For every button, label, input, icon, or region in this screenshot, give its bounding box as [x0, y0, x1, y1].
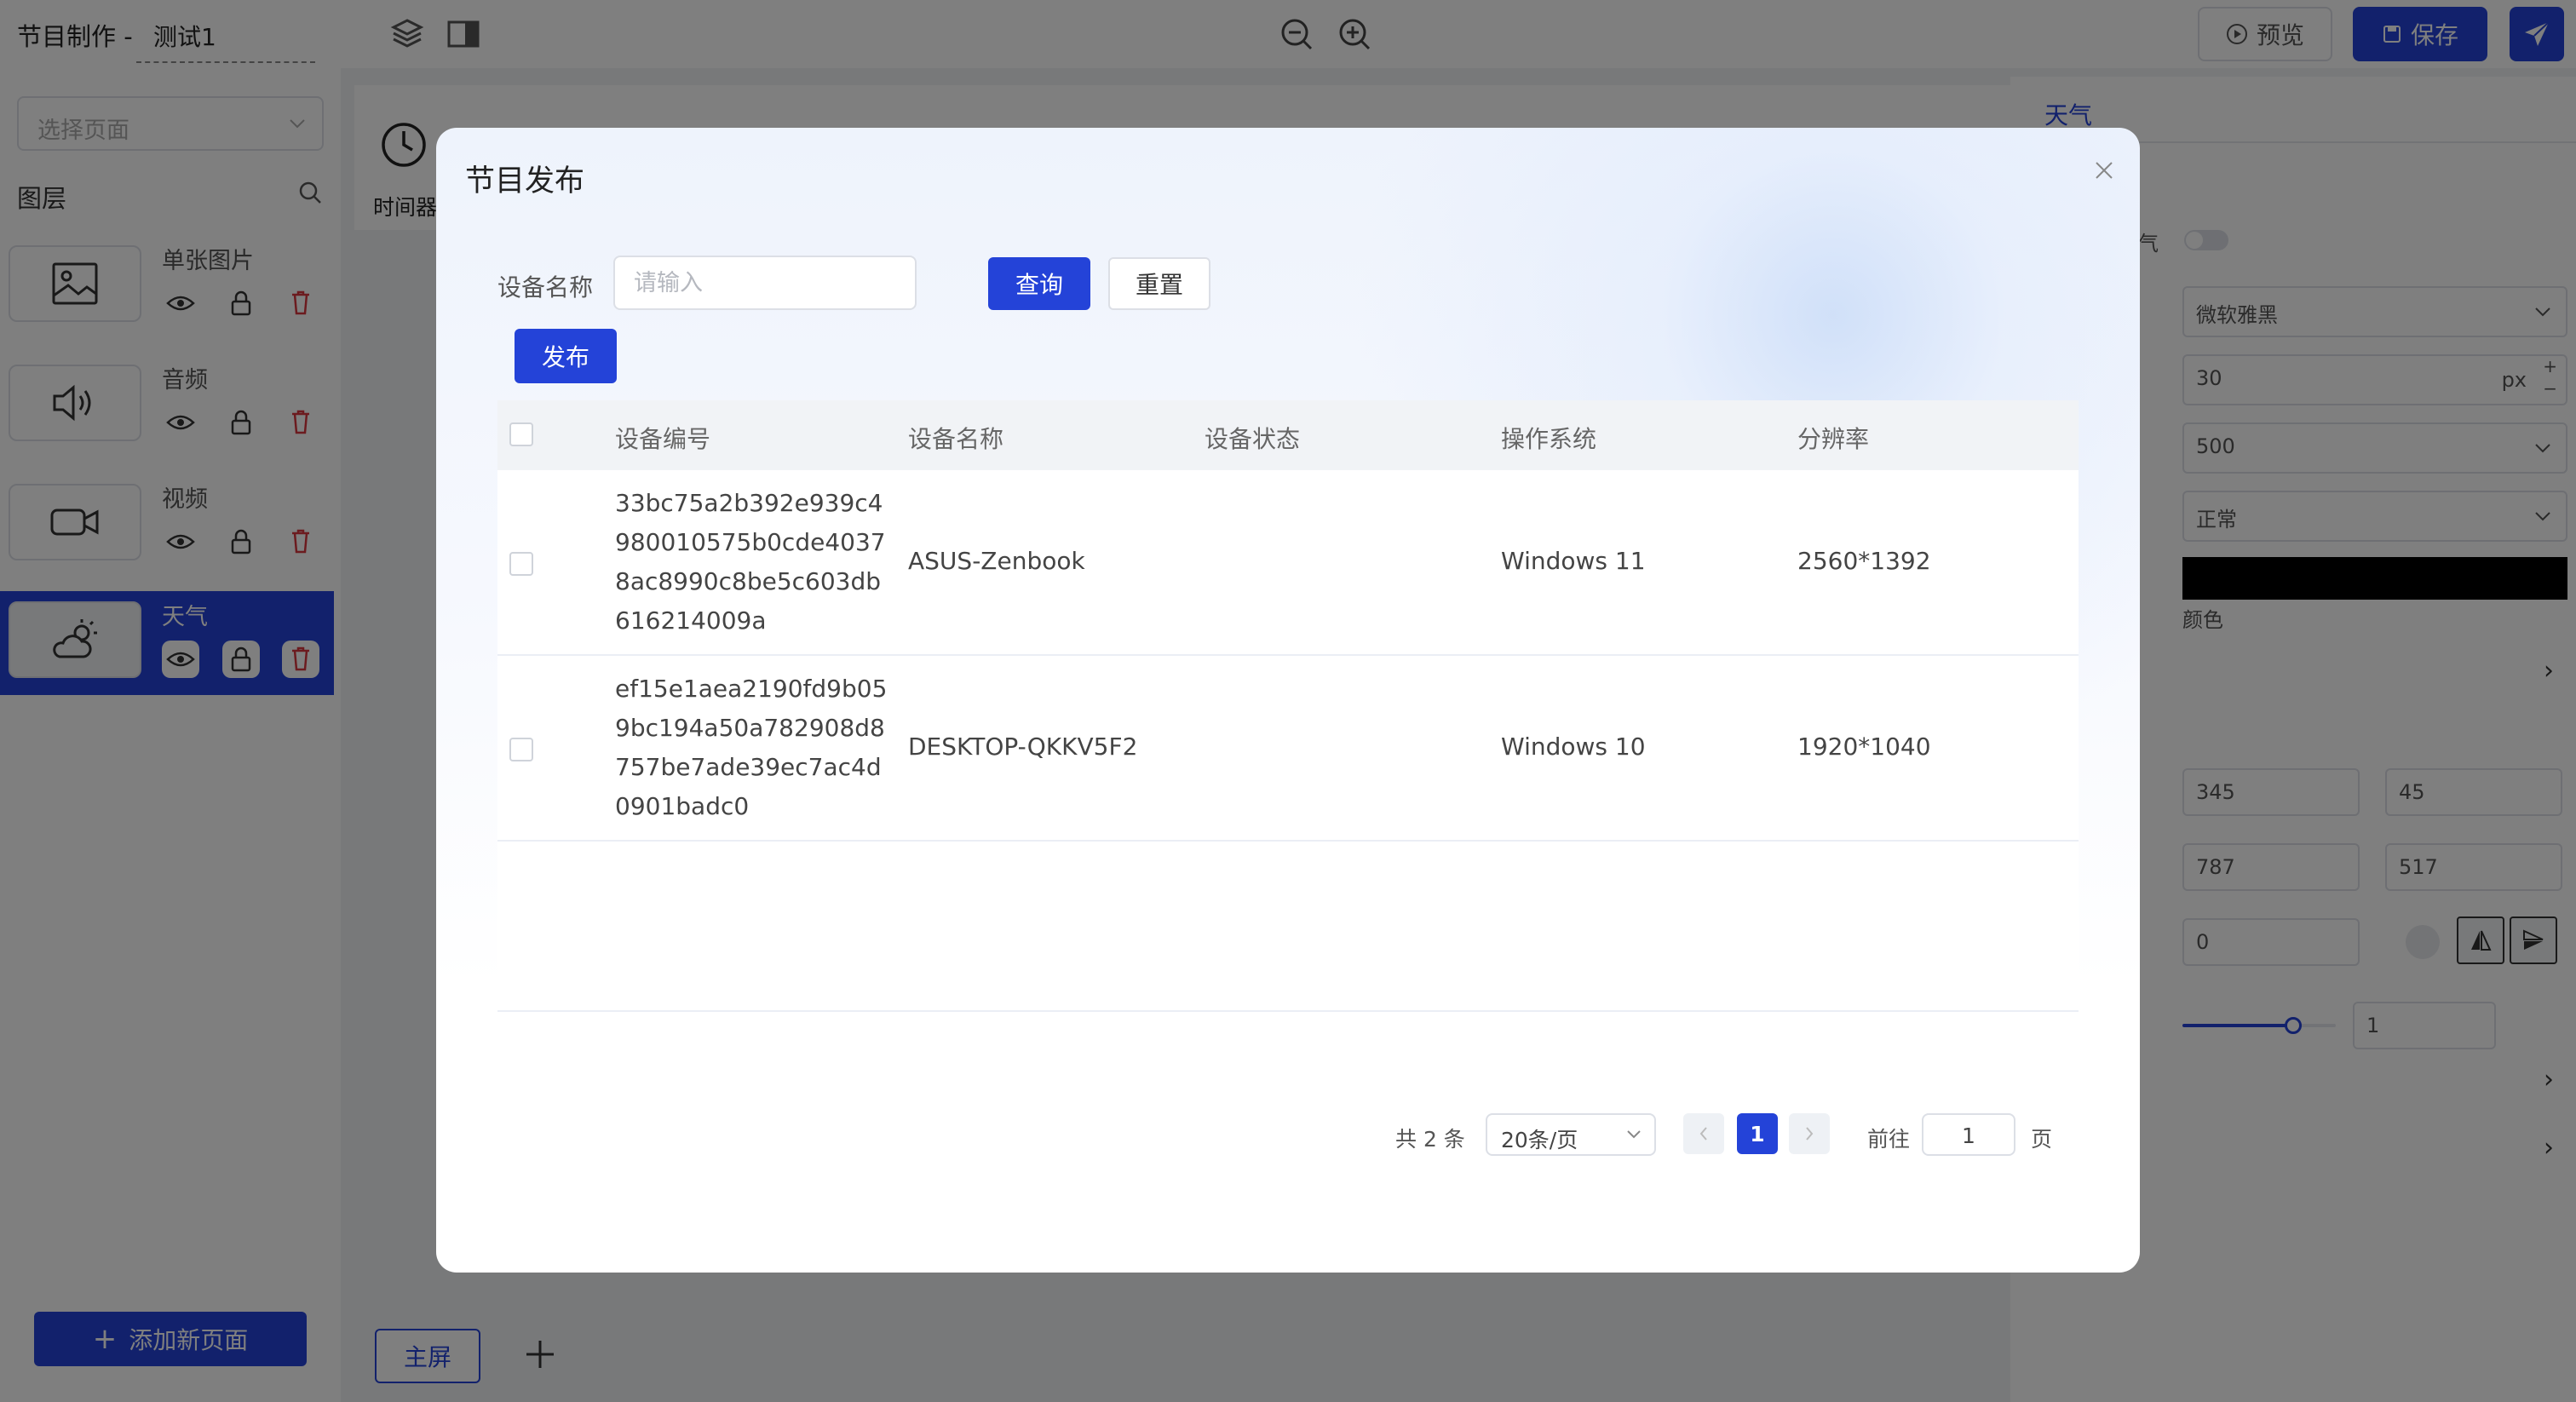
column-header[interactable]: 操作系统 — [1501, 421, 1596, 455]
goto-label: 前往 — [1867, 1127, 1911, 1152]
device-name-cell: DESKTOP-QKKV5F2 — [908, 733, 1138, 761]
select-all-checkbox[interactable] — [509, 422, 533, 446]
os-cell: Windows 11 — [1501, 547, 1646, 575]
publish-button[interactable]: 发布 — [515, 329, 617, 383]
table-header: 设备编号 设备名称 设备状态 操作系统 分辨率 — [497, 400, 2079, 470]
page-suffix-label: 页 — [2031, 1127, 2053, 1152]
device-id-cell: 33bc75a2b392e939c4980010575b0cde40378ac8… — [615, 489, 886, 635]
table-empty-area — [497, 842, 2079, 1012]
query-button[interactable]: 查询 — [988, 257, 1090, 310]
page-size-value: 20条/页 — [1501, 1128, 1578, 1152]
os-cell: Windows 10 — [1501, 733, 1646, 761]
pagination-total: 共 2 条 — [1395, 1127, 1465, 1152]
resolution-cell: 1920*1040 — [1797, 733, 1931, 761]
table-row[interactable]: ef15e1aea2190fd9b059bc194a50a782908d8757… — [497, 656, 2079, 842]
device-name-input[interactable] — [613, 256, 917, 310]
goto-page-input[interactable]: 1 — [1922, 1113, 2015, 1156]
close-icon[interactable] — [2087, 153, 2121, 187]
column-header[interactable]: 分辨率 — [1797, 421, 1869, 455]
publish-dialog: 节目发布 设备名称 查询 重置 发布 设备编号 设备名称 设备状态 操作系统 分… — [436, 128, 2140, 1273]
next-page-button[interactable] — [1789, 1113, 1830, 1154]
page-number-current[interactable]: 1 — [1737, 1113, 1778, 1154]
chevron-right-icon — [1806, 1127, 1814, 1141]
device-id-cell: ef15e1aea2190fd9b059bc194a50a782908d8757… — [615, 675, 888, 820]
device-name-label: 设备名称 — [497, 273, 594, 302]
column-header[interactable]: 设备名称 — [908, 421, 1003, 455]
page-size-select[interactable]: 20条/页 — [1486, 1113, 1656, 1156]
chevron-down-icon — [1627, 1130, 1641, 1139]
column-header[interactable]: 设备状态 — [1205, 421, 1300, 455]
dialog-title: 节目发布 — [465, 164, 585, 198]
chevron-left-icon — [1699, 1127, 1707, 1141]
table-row[interactable]: 33bc75a2b392e939c4980010575b0cde40378ac8… — [497, 470, 2079, 656]
row-checkbox[interactable] — [509, 552, 533, 576]
reset-button[interactable]: 重置 — [1108, 257, 1210, 310]
device-name-cell: ASUS-Zenbook — [908, 547, 1085, 575]
column-header[interactable]: 设备编号 — [615, 421, 710, 455]
prev-page-button[interactable] — [1683, 1113, 1724, 1154]
resolution-cell: 2560*1392 — [1797, 547, 1931, 575]
row-checkbox[interactable] — [509, 738, 533, 761]
